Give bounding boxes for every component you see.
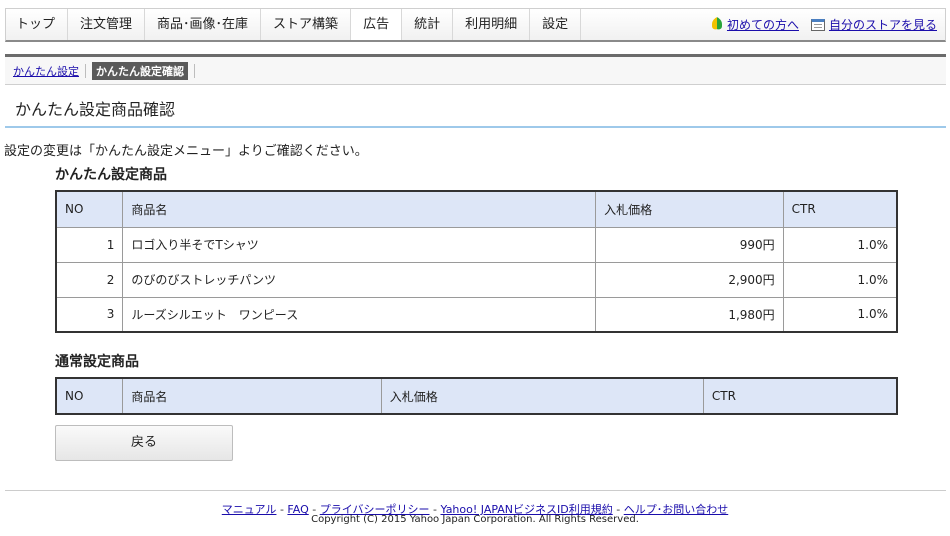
view-my-store-link[interactable]: 自分のストアを見る [810, 16, 937, 33]
column-header-product-name: 商品名 [122, 377, 382, 415]
normal-settings-section-title: 通常設定商品 [55, 354, 139, 370]
breadcrumb-divider [194, 63, 195, 78]
row-ctr: 1.0% [782, 226, 898, 263]
tab-top[interactable]: トップ [6, 9, 69, 40]
column-header-no: NO [55, 377, 124, 415]
back-button[interactable]: 戻る [55, 425, 233, 461]
breadcrumb-divider [85, 63, 86, 78]
column-header-product-name: 商品名 [122, 190, 597, 228]
column-header-bid-price: 入札価格 [380, 377, 704, 415]
tab-settings[interactable]: 設定 [530, 9, 582, 40]
table-row: 2 のびのびストレッチパンツ 2,900円 1.0% [55, 261, 898, 298]
row-no: 2 [55, 261, 124, 298]
easy-settings-table: NO 商品名 入札価格 CTR 1 ロゴ入り半そでTシャツ 990円 1.0% … [55, 190, 898, 333]
row-bid-price: 990円 [595, 226, 784, 263]
row-ctr: 1.0% [782, 296, 898, 333]
table-header-row: NO 商品名 入札価格 CTR [55, 190, 898, 228]
tab-billing-details[interactable]: 利用明細 [453, 9, 531, 40]
breadcrumb-current: かんたん設定確認 [92, 61, 188, 80]
intro-text: 設定の変更は「かんたん設定メニュー」よりご確認ください。 [4, 144, 368, 159]
column-header-ctr: CTR [782, 190, 898, 228]
row-product-name: ロゴ入り半そでTシャツ [122, 226, 597, 263]
tab-store-building[interactable]: ストア構築 [261, 9, 352, 40]
view-my-store-label: 自分のストアを見る [828, 18, 937, 32]
copyright: Copyright (C) 2015 Yahoo Japan Corporati… [311, 514, 639, 525]
beginner-guide-label: 初めての方へ [726, 18, 799, 32]
column-header-bid-price: 入札価格 [595, 190, 784, 228]
beginner-guide-link[interactable]: 初めての方へ [712, 16, 799, 33]
footer-divider [5, 490, 946, 491]
top-utility-links: 初めての方へ 自分のストアを見る [712, 9, 945, 40]
table-row: 1 ロゴ入り半そでTシャツ 990円 1.0% [55, 226, 898, 263]
table-header-row: NO 商品名 入札価格 CTR [55, 377, 898, 415]
row-bid-price: 2,900円 [595, 261, 784, 298]
tab-statistics[interactable]: 統計 [402, 9, 454, 40]
row-no: 3 [55, 296, 124, 333]
column-header-no: NO [55, 190, 124, 228]
tab-ads[interactable]: 広告 [351, 9, 403, 40]
page-title: かんたん設定商品確認 [5, 96, 946, 128]
normal-settings-table: NO 商品名 入札価格 CTR [55, 377, 898, 415]
tab-products-images-stock[interactable]: 商品･画像･在庫 [145, 9, 262, 40]
column-header-ctr: CTR [702, 377, 898, 415]
table-row: 3 ルーズシルエット ワンピース 1,980円 1.0% [55, 296, 898, 333]
breadcrumb: かんたん設定 かんたん設定確認 [5, 54, 946, 85]
easy-settings-section-title: かんたん設定商品 [55, 167, 167, 183]
tab-order-management[interactable]: 注文管理 [68, 9, 146, 40]
top-navigation: トップ 注文管理 商品･画像･在庫 ストア構築 広告 統計 利用明細 設定 初め… [5, 8, 946, 42]
row-bid-price: 1,980円 [595, 296, 784, 333]
row-product-name: のびのびストレッチパンツ [122, 261, 597, 298]
beginner-mark-icon [712, 18, 723, 32]
row-product-name: ルーズシルエット ワンピース [122, 296, 597, 333]
breadcrumb-easy-settings[interactable]: かんたん設定 [13, 63, 79, 79]
window-icon [810, 18, 825, 31]
row-no: 1 [55, 226, 124, 263]
row-ctr: 1.0% [782, 261, 898, 298]
